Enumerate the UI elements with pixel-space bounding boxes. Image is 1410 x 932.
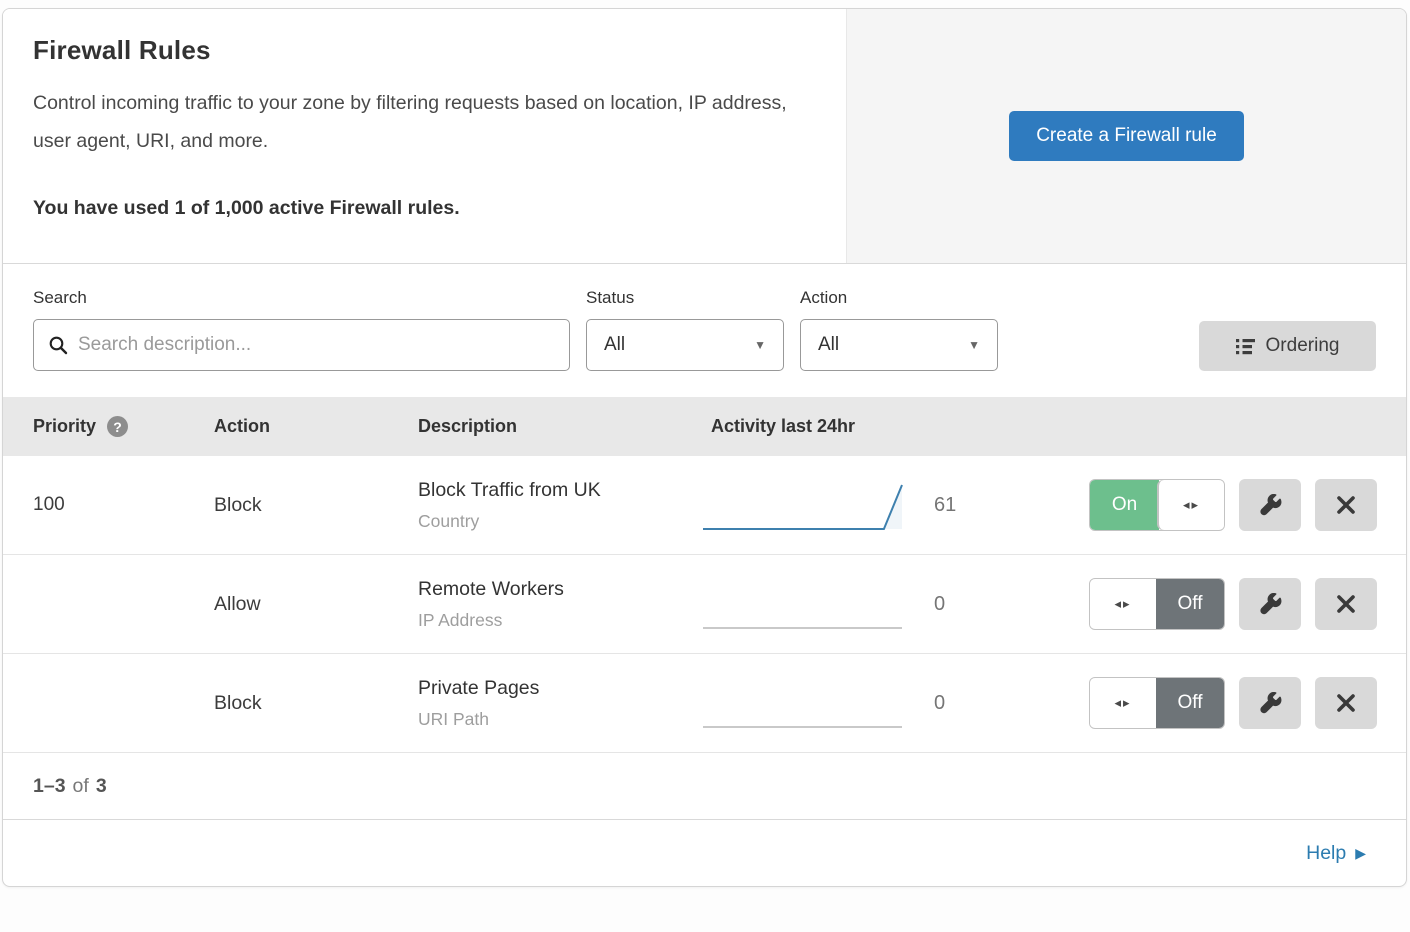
table-header: Priority ? Action Description Activity l…: [3, 397, 1406, 456]
search-filter-group: Search: [33, 288, 570, 371]
footer-bar: Help ▶: [3, 820, 1406, 886]
rule-controls: ◂▸ Off: [1089, 578, 1406, 630]
rule-type: IP Address: [418, 610, 701, 631]
chevron-down-icon: ▼: [968, 338, 980, 352]
ordering-button-label: Ordering: [1266, 335, 1340, 357]
rule-title: Block Traffic from UK: [418, 479, 701, 502]
close-icon: [1335, 593, 1357, 615]
wrench-icon: [1259, 692, 1282, 715]
rule-title: Remote Workers: [418, 578, 701, 601]
rule-description: Block Traffic from UK Country: [418, 479, 701, 532]
action-select[interactable]: All ▼: [800, 319, 998, 371]
column-header-priority: Priority ?: [3, 416, 214, 437]
header-action-panel: Create a Firewall rule: [846, 9, 1406, 263]
rule-controls: ◂▸ Off: [1089, 677, 1406, 729]
edit-rule-button[interactable]: [1239, 479, 1301, 531]
wrench-icon: [1259, 593, 1282, 616]
delete-rule-button[interactable]: [1315, 479, 1377, 531]
search-icon: [48, 335, 68, 355]
rule-title: Private Pages: [418, 677, 701, 700]
toggle-state-label: Off: [1156, 678, 1224, 728]
rule-enabled-toggle[interactable]: ◂▸ Off: [1089, 677, 1225, 729]
edit-rule-button[interactable]: [1239, 578, 1301, 630]
close-icon: [1335, 692, 1357, 714]
toggle-state-label: On: [1090, 480, 1159, 530]
pagination-total: 3: [96, 775, 107, 798]
activity-count: 0: [911, 593, 1089, 616]
header-text-panel: Firewall Rules Control incoming traffic …: [3, 9, 846, 263]
status-filter-group: Status All ▼: [586, 288, 784, 371]
rule-description: Private Pages URI Path: [418, 677, 701, 730]
toggle-drag-icon: ◂▸: [1090, 579, 1156, 629]
status-select[interactable]: All ▼: [586, 319, 784, 371]
rule-enabled-toggle[interactable]: On ◂▸: [1089, 479, 1225, 531]
rule-action: Block: [214, 692, 418, 715]
pagination-range: 1–3: [33, 775, 66, 798]
usage-note: You have used 1 of 1,000 active Firewall…: [33, 197, 806, 220]
page-title: Firewall Rules: [33, 35, 806, 66]
pagination-bar: 1–3 of 3: [3, 753, 1406, 820]
rule-controls: On ◂▸: [1089, 479, 1406, 531]
status-label: Status: [586, 288, 784, 308]
toggle-state-label: Off: [1156, 579, 1224, 629]
status-select-value: All: [604, 334, 625, 356]
delete-rule-button[interactable]: [1315, 677, 1377, 729]
activity-count: 0: [911, 692, 1089, 715]
rule-action: Block: [214, 494, 418, 517]
ordering-list-icon: [1236, 337, 1255, 356]
firewall-rules-card: Firewall Rules Control incoming traffic …: [2, 8, 1407, 887]
close-icon: [1335, 494, 1357, 516]
rule-action: Allow: [214, 593, 418, 616]
action-select-value: All: [818, 334, 839, 356]
pagination-of-label: of: [73, 775, 89, 798]
action-label: Action: [800, 288, 998, 308]
rule-enabled-toggle[interactable]: ◂▸ Off: [1089, 578, 1225, 630]
help-question-icon[interactable]: ?: [107, 416, 128, 437]
edit-rule-button[interactable]: [1239, 677, 1301, 729]
header-section: Firewall Rules Control incoming traffic …: [3, 9, 1406, 264]
activity-sparkline: [701, 479, 911, 531]
filters-bar: Search Status All ▼ Action All ▼: [3, 264, 1406, 397]
column-header-action: Action: [214, 416, 418, 437]
ordering-button[interactable]: Ordering: [1199, 321, 1376, 371]
rule-type: URI Path: [418, 709, 701, 730]
delete-rule-button[interactable]: [1315, 578, 1377, 630]
column-header-activity: Activity last 24hr: [701, 416, 911, 437]
priority-header-label: Priority: [33, 416, 96, 437]
table-row: 100 Block Block Traffic from UK Country …: [3, 456, 1406, 555]
chevron-down-icon: ▼: [754, 338, 766, 352]
rule-type: Country: [418, 511, 701, 532]
table-row: Allow Remote Workers IP Address 0 ◂▸ Off: [3, 555, 1406, 654]
help-arrow-icon: ▶: [1355, 845, 1366, 862]
help-link[interactable]: Help ▶: [1306, 842, 1366, 865]
action-filter-group: Action All ▼: [800, 288, 998, 371]
help-link-label: Help: [1306, 842, 1346, 865]
create-firewall-rule-button[interactable]: Create a Firewall rule: [1009, 111, 1244, 161]
wrench-icon: [1259, 494, 1282, 517]
search-input[interactable]: [78, 334, 555, 356]
page-description: Control incoming traffic to your zone by…: [33, 84, 803, 160]
activity-count: 61: [911, 494, 1089, 517]
search-label: Search: [33, 288, 570, 308]
toggle-drag-icon: ◂▸: [1090, 678, 1156, 728]
toggle-drag-icon: ◂▸: [1158, 480, 1224, 530]
activity-sparkline: [701, 677, 911, 729]
table-row: Block Private Pages URI Path 0 ◂▸ Off: [3, 654, 1406, 753]
rule-description: Remote Workers IP Address: [418, 578, 701, 631]
search-box: [33, 319, 570, 371]
column-header-description: Description: [418, 416, 701, 437]
activity-sparkline: [701, 578, 911, 630]
rule-priority: 100: [3, 494, 214, 516]
